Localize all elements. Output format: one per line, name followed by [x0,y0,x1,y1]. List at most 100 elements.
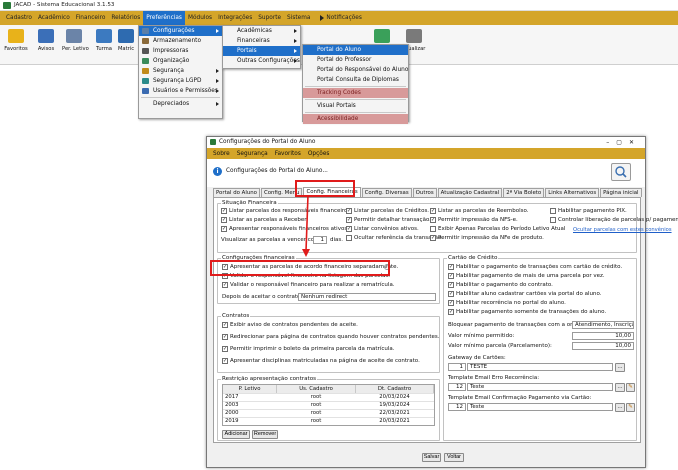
checkbox[interactable]: ✓ Habilitar aluno cadastrar cartões via p… [448,291,602,298]
checkbox-box[interactable]: ✓ [222,322,228,328]
preferencias-menu-item[interactable]: Armazenamento [139,36,222,46]
checkbox[interactable]: ✓ Permitir imprimir o boleto da primeira … [222,346,395,353]
checkbox[interactable]: ✓ Listar convênios ativos. [346,226,419,233]
checkbox[interactable]: ✓ Listar as parcelas de Reembolso. [430,208,529,215]
menu-cadastro[interactable]: Cadastro [3,11,35,25]
portais-menu-item[interactable]: Visual Portais [303,101,408,111]
voltar-button[interactable]: Voltar [444,453,464,462]
tab-0[interactable]: Portal do Aluno [213,188,260,197]
gateway-name-input[interactable]: TESTE [467,363,613,371]
menu-relatorios[interactable]: Relatórios [108,11,143,25]
configuracoes-menu-item[interactable]: Acadêmicas [223,26,300,36]
checkbox[interactable]: ✓ Habilitar pagamento de mais de uma parc… [448,273,605,280]
preferencias-menu-item[interactable]: Configurações [139,26,222,36]
checkbox[interactable]: ✓ Permitir impressão da NFS-e. [430,217,518,224]
visualizar-dias-input[interactable]: 1 [313,236,327,244]
preferencias-menu-item[interactable]: Segurança [139,66,222,76]
tab-3[interactable]: Config. Diversas [361,188,412,197]
checkbox[interactable]: ✓ Validar o responsável financeiro para r… [222,282,395,289]
table-row[interactable]: 2019 root 20/03/2021 [223,417,434,425]
dialog-menu-0[interactable]: Sobre [213,151,230,157]
checkbox[interactable]: ✓ Permitir impressão da NFe de produto. [430,235,544,242]
checkbox-box[interactable]: ✓ [346,208,352,214]
checkbox[interactable]: Exibir Apenas Parcelas do Período Letivo… [430,226,565,233]
gateway-lookup-button[interactable]: ... [615,363,625,372]
configuracoes-menu-item[interactable]: Outras Configurações [223,56,300,66]
checkbox-box[interactable]: ✓ [430,217,436,223]
gateway-id-input[interactable]: 1 [448,363,466,371]
preferencias-menu-item[interactable]: Impressoras [139,46,222,56]
checkbox-box[interactable]: ✓ [430,235,436,241]
window-controls[interactable]: –▢✕ [606,137,641,148]
depois-aceitar-select[interactable]: Nenhum redirect [298,293,436,301]
checkbox-box[interactable] [430,226,436,232]
checkbox[interactable]: Controlar liberação de parcelas p/ pagam… [550,217,678,224]
menu-modulos[interactable]: Módulos [185,11,215,25]
checkbox-box[interactable]: ✓ [448,273,454,279]
erro-name-input[interactable]: Teste [467,383,613,391]
edit-icon[interactable]: ✎ [626,403,635,412]
checkbox-box[interactable]: ✓ [222,358,228,364]
remover-button[interactable]: Remover [252,430,278,439]
tab-7[interactable]: Links Alternativos [545,188,600,197]
adicionar-button[interactable]: Adicionar [222,430,250,439]
checkbox[interactable]: ✓ Apresentar responsáveis financeiros ati… [221,226,349,233]
checkbox[interactable]: ✓ Listar as parcelas a Receber. [221,217,308,224]
toolbar-star-button[interactable]: Favoritos [4,27,28,63]
portais-menu-item[interactable]: Portal Consulta de Diplomas [303,75,408,85]
toolbar-mail-button[interactable]: Avisos [34,27,58,63]
toolbar-enroll-button[interactable]: Matríc [114,27,138,63]
portais-menu-item[interactable]: Tracking Codes [303,88,408,98]
checkbox-box[interactable]: ✓ [448,309,454,315]
conf-name-input[interactable]: Teste [467,403,613,411]
checkbox-box[interactable] [346,235,352,241]
salvar-button[interactable]: Salvar [422,453,441,462]
erro-id-input[interactable]: 12 [448,383,466,391]
checkbox-box[interactable]: ✓ [222,282,228,288]
checkbox-box[interactable]: ✓ [448,300,454,306]
checkbox-box[interactable]: ✓ [222,346,228,352]
checkbox-box[interactable] [550,217,556,223]
checkbox[interactable]: Habilitar pagamento PIX. [550,208,627,215]
preferencias-menu-item[interactable]: Segurança LGPD [139,76,222,86]
checkbox[interactable]: ✓ Habilitar recorrência no portal do alun… [448,300,566,307]
checkbox-box[interactable]: ✓ [221,217,227,223]
toolbar-calendar-button[interactable]: Per. Letivo [62,27,89,63]
dialog-menu-3[interactable]: Opções [308,151,330,157]
checkbox[interactable]: ✓ Exibir aviso de contratos pendentes de … [222,322,358,329]
checkbox-box[interactable]: ✓ [346,226,352,232]
checkbox[interactable]: ✓ Redirecionar para página de contratos q… [222,334,440,341]
valor-minimo-input[interactable]: 10,00 [572,332,634,340]
checkbox-box[interactable]: ✓ [221,226,227,232]
tab-8[interactable]: Página inicial [600,188,642,197]
menu-suporte[interactable]: Suporte [255,11,284,25]
restricao-table[interactable]: P. Letivo Us. Cadastro Dt. Cadastro 2017 roo… [222,384,435,426]
checkbox-box[interactable]: ✓ [448,282,454,288]
preferencias-menu-item[interactable]: Organização [139,56,222,66]
checkbox-box[interactable]: ✓ [346,217,352,223]
dialog-menu-2[interactable]: Favoritos [275,151,301,157]
checkbox[interactable]: ✓ Listar parcelas de Créditos. [346,208,429,215]
portais-menu-item[interactable]: Acessibilidade [303,114,408,124]
menu-integracoes[interactable]: Integrações [215,11,255,25]
configuracoes-menu-item[interactable]: Portais [223,46,300,56]
checkbox-box[interactable]: ✓ [221,208,227,214]
checkbox-box[interactable] [550,208,556,214]
bloquear-select[interactable]: Atendimento, Inscriçã... [572,321,634,329]
table-row[interactable]: 2003 root 19/03/2024 [223,401,434,410]
checkbox-box[interactable]: ✓ [430,208,436,214]
conf-id-input[interactable]: 12 [448,403,466,411]
checkbox-box[interactable]: ✓ [222,334,228,340]
portais-menu-item[interactable]: Portal do Responsável do Aluno [303,65,408,75]
table-row[interactable]: 2017 root 20/03/2024 [223,393,434,402]
dialog-menu-1[interactable]: Segurança [237,151,268,157]
toolbar-group-button[interactable]: Turma [92,27,116,63]
checkbox[interactable]: ✓ Permitir detalhar transação. [346,217,431,224]
preferencias-menu-item[interactable]: Depreciados [139,99,222,109]
table-row[interactable]: 2000 root 22/03/2021 [223,409,434,418]
checkbox[interactable]: ✓ Listar parcelas dos responsáveis financ… [221,208,352,215]
checkbox[interactable]: Ocultar referência da transação. [346,235,443,242]
menu-sistema[interactable]: Sistema [284,11,313,25]
edit-icon[interactable]: ✎ [626,383,635,392]
conf-lookup-button[interactable]: ... [615,403,625,412]
